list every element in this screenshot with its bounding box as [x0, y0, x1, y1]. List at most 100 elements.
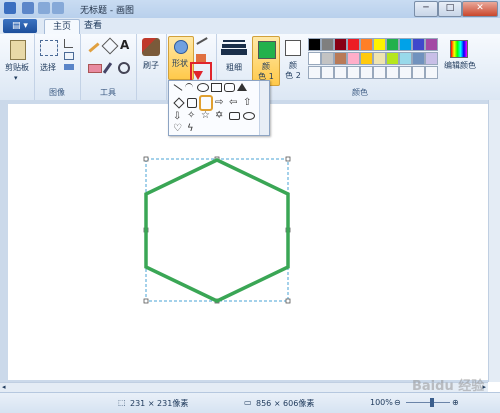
redo-icon[interactable]: [52, 2, 64, 14]
app-menu-button[interactable]: ▤ ▾: [3, 19, 37, 33]
color2-button[interactable]: 颜 色 2: [280, 36, 306, 84]
select-label[interactable]: 选择: [36, 62, 60, 73]
palette-swatch[interactable]: [347, 52, 360, 65]
shape-arrow-right-icon[interactable]: ⇨: [215, 97, 223, 108]
drawing-canvas[interactable]: [8, 104, 488, 380]
zoom-in-icon[interactable]: ⊕: [452, 398, 459, 407]
shapes-label[interactable]: 形状: [168, 58, 192, 69]
palette-swatch[interactable]: [373, 52, 386, 65]
line-thickness-icon[interactable]: [223, 40, 245, 42]
undo-icon[interactable]: [38, 2, 50, 14]
shape-diamond-icon[interactable]: [173, 97, 185, 109]
colors-group-label: 颜色: [352, 88, 368, 97]
palette-swatch[interactable]: [334, 38, 347, 51]
zoom-slider-thumb[interactable]: [430, 398, 434, 407]
palette-swatch[interactable]: [373, 38, 386, 51]
shape-oval-icon[interactable]: [197, 83, 209, 92]
size-label[interactable]: 粗细: [218, 62, 250, 73]
scroll-left-icon[interactable]: ◂: [2, 383, 6, 391]
palette-swatch[interactable]: [347, 38, 360, 51]
palette-empty-swatch[interactable]: [412, 66, 425, 79]
brush-label[interactable]: 刷子: [136, 60, 166, 71]
shape-star4-icon[interactable]: ✧: [187, 110, 195, 121]
maximize-button[interactable]: □: [438, 1, 462, 17]
palette-swatch[interactable]: [425, 38, 438, 51]
dropdown-scrollbar[interactable]: [259, 81, 269, 135]
paint-app-icon[interactable]: [4, 2, 16, 14]
zoom-out-icon[interactable]: ⊖: [394, 398, 401, 407]
palette-swatch[interactable]: [360, 38, 373, 51]
shape-star5-icon[interactable]: ☆: [201, 110, 210, 121]
shape-star6-icon[interactable]: ✡: [215, 110, 223, 121]
clipboard-icon[interactable]: [10, 40, 26, 60]
palette-swatch[interactable]: [412, 52, 425, 65]
palette-swatch[interactable]: [425, 52, 438, 65]
brush-icon[interactable]: [142, 38, 160, 56]
crop-icon[interactable]: [64, 39, 73, 48]
save-icon[interactable]: [22, 2, 34, 14]
palette-swatch[interactable]: [386, 52, 399, 65]
shape-triangle-icon[interactable]: [237, 83, 247, 91]
shape-rect-icon[interactable]: [211, 83, 222, 92]
palette-swatch[interactable]: [360, 52, 373, 65]
shape-callout-rect-icon[interactable]: [229, 112, 240, 120]
shape-pentagon-icon[interactable]: [187, 98, 197, 108]
shape-callout-oval-icon[interactable]: [243, 112, 255, 120]
tab-home[interactable]: 主页: [44, 19, 81, 35]
pencil-icon[interactable]: [88, 42, 100, 53]
shape-rounded-rect-icon[interactable]: [224, 83, 235, 92]
palette-swatch[interactable]: [321, 52, 334, 65]
eraser-icon[interactable]: [88, 64, 102, 73]
shape-hexagon-icon[interactable]: [199, 95, 213, 111]
color1-swatch: [258, 41, 276, 59]
palette-swatch[interactable]: [399, 52, 412, 65]
selection-handles[interactable]: [143, 156, 291, 304]
shape-arrow-up-icon[interactable]: ⇧: [243, 97, 251, 108]
select-rect-icon[interactable]: [40, 40, 58, 56]
palette-swatch[interactable]: [321, 38, 334, 51]
text-icon[interactable]: A: [120, 38, 129, 52]
palette-empty-swatch[interactable]: [321, 66, 334, 79]
magnifier-icon[interactable]: [118, 62, 130, 74]
shape-cloud-icon[interactable]: ♡: [173, 123, 182, 134]
chevron-down-icon[interactable]: ▾: [14, 74, 18, 82]
palette-swatch[interactable]: [334, 52, 347, 65]
vertical-scrollbar[interactable]: [488, 100, 500, 382]
tab-view[interactable]: 查看: [76, 19, 110, 34]
shape-arrow-left-icon[interactable]: ⇦: [229, 97, 237, 108]
palette-empty-swatch[interactable]: [334, 66, 347, 79]
zoom-slider[interactable]: [406, 402, 450, 403]
resize-icon[interactable]: [64, 52, 74, 60]
shape-arrow-down-icon[interactable]: ⇩: [173, 111, 181, 122]
palette-empty-swatch[interactable]: [425, 66, 438, 79]
hexagon-shape[interactable]: [144, 158, 290, 303]
palette-empty-swatch[interactable]: [347, 66, 360, 79]
selection-size: 231 × 231像素: [130, 399, 189, 408]
color-wheel-icon: [450, 40, 468, 58]
rotate-icon[interactable]: [64, 64, 74, 70]
palette-empty-swatch[interactable]: [373, 66, 386, 79]
palette-empty-swatch[interactable]: [386, 66, 399, 79]
clipboard-label[interactable]: 剪贴板: [0, 62, 34, 73]
palette-swatch[interactable]: [308, 52, 321, 65]
color-picker-icon[interactable]: [102, 62, 113, 74]
minimize-button[interactable]: ─: [414, 1, 438, 17]
palette-swatch[interactable]: [399, 38, 412, 51]
selection-box[interactable]: [145, 158, 289, 302]
edit-colors-button[interactable]: 编辑颜色: [444, 36, 476, 86]
palette-empty-swatch[interactable]: [399, 66, 412, 79]
palette-empty-swatch[interactable]: [308, 66, 321, 79]
fill-icon[interactable]: [101, 37, 119, 55]
color1-button[interactable]: 颜 色 1: [252, 36, 280, 86]
shape-line-icon[interactable]: [173, 84, 183, 91]
shape-lightning-icon[interactable]: ϟ: [187, 123, 194, 134]
fill-option-icon[interactable]: [196, 54, 206, 62]
palette-swatch[interactable]: [308, 38, 321, 51]
brush-group: 刷子: [136, 34, 167, 100]
palette-empty-swatch[interactable]: [360, 66, 373, 79]
palette-swatch[interactable]: [412, 38, 425, 51]
close-button[interactable]: ✕: [462, 1, 498, 17]
outline-icon[interactable]: [196, 37, 208, 45]
shape-curve-icon[interactable]: [185, 83, 193, 92]
palette-swatch[interactable]: [386, 38, 399, 51]
